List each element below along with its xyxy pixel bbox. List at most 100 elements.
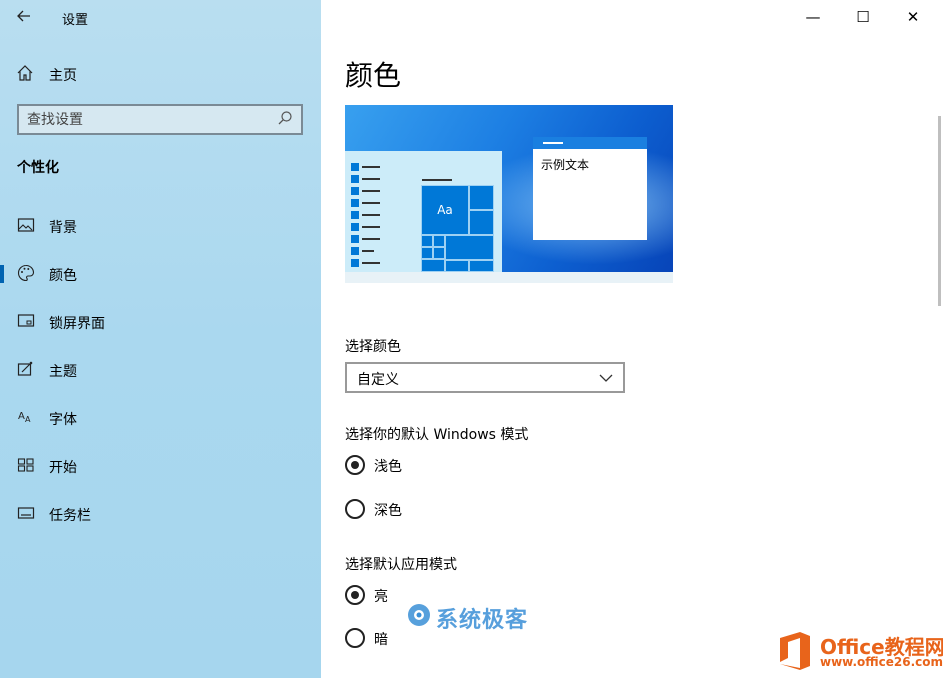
maximize-button[interactable]: ☐: [843, 5, 883, 29]
sidebar-item-label: 开始: [49, 460, 77, 476]
minimize-button[interactable]: —: [793, 5, 833, 29]
arrow-left-icon: [17, 10, 30, 22]
palette-icon: [17, 264, 37, 284]
radio-circle[interactable]: [345, 455, 365, 475]
radio-label: 浅色: [374, 459, 402, 475]
home-label: 主页: [49, 68, 77, 84]
preview-tile: [421, 259, 445, 272]
sidebar-item-fonts[interactable]: AA 字体: [0, 397, 321, 445]
sidebar-item-lockscreen[interactable]: 锁屏界面: [0, 301, 321, 349]
preview-app-line: [362, 166, 380, 168]
preview-app-line: [362, 214, 380, 216]
preview-app-icon: [351, 247, 359, 255]
app-title: 设置: [62, 13, 89, 28]
preview-app-icon: [351, 199, 359, 207]
preview-tile-large: Aa: [421, 185, 469, 235]
radio-circle[interactable]: [345, 585, 365, 605]
search-box[interactable]: [17, 104, 303, 135]
preview-tile: [433, 247, 445, 259]
home-icon: [16, 64, 36, 86]
office-logo-icon: [776, 630, 814, 672]
preview-start-menu: Aa: [345, 151, 502, 272]
preview-app-line: [362, 262, 380, 264]
sidebar-item-label: 锁屏界面: [49, 316, 105, 332]
preview-app-line: [362, 226, 380, 228]
preview-app-icon: [351, 259, 359, 267]
sidebar-item-label: 任务栏: [49, 508, 91, 524]
radio-dot: [351, 461, 359, 469]
preview-app-icon: [351, 187, 359, 195]
start-icon: [17, 456, 37, 476]
search-input[interactable]: [27, 110, 267, 130]
section-title: 个性化: [17, 160, 59, 176]
preview-app-line: [362, 202, 380, 204]
preview-taskbar: [345, 272, 673, 283]
preview-app-icon: [351, 175, 359, 183]
preview-app-icon: [351, 235, 359, 243]
preview-tile: [469, 260, 494, 272]
sidebar-item-taskbar[interactable]: 任务栏: [0, 493, 321, 541]
radio-circle[interactable]: [345, 628, 365, 648]
font-icon: AA: [17, 408, 37, 428]
preview-app-line: [362, 178, 380, 180]
main-content: — ☐ ✕ 颜色 Aa 示例文本 选择颜色 自定义 选择你的默认 Windows…: [321, 0, 943, 678]
watermark-text: 系统极客: [436, 608, 529, 633]
search-icon[interactable]: [277, 110, 295, 128]
sidebar-item-start[interactable]: 开始: [0, 445, 321, 493]
preview-tile: [445, 260, 469, 272]
radio-circle[interactable]: [345, 499, 365, 519]
windows-mode-label: 选择你的默认 Windows 模式: [345, 427, 529, 443]
sidebar-item-label: 字体: [49, 412, 77, 428]
preview-sample-titlebar: [533, 137, 647, 149]
sidebar-item-background[interactable]: 背景: [0, 205, 321, 253]
preview-app-icon: [351, 163, 359, 171]
preview-tile: [421, 247, 433, 259]
window-controls: — ☐ ✕: [793, 0, 943, 34]
sidebar-item-label: 背景: [49, 220, 77, 236]
radio-label: 深色: [374, 503, 402, 519]
svg-text:A: A: [18, 411, 25, 422]
preview-tile-wide: [445, 235, 494, 260]
choose-color-label: 选择颜色: [345, 339, 401, 355]
sidebar-item-label: 主题: [49, 364, 77, 380]
svg-text:A: A: [25, 415, 31, 424]
title-bar-left: 设置: [0, 0, 321, 34]
sidebar-item-colors[interactable]: 颜色: [0, 253, 321, 301]
back-button[interactable]: [16, 6, 36, 26]
app-mode-label: 选择默认应用模式: [345, 557, 457, 573]
preview-sample-text: 示例文本: [541, 158, 590, 172]
preview-app-line: [362, 190, 380, 192]
choose-color-dropdown[interactable]: 自定义: [345, 362, 625, 393]
page-title: 颜色: [345, 59, 402, 92]
radio-label: 暗: [374, 632, 388, 648]
preview-tile: [469, 185, 494, 210]
preview-tile: [421, 235, 433, 247]
preview-app-icon: [351, 211, 359, 219]
lockscreen-icon: [17, 312, 37, 332]
syscn-logo-icon: [406, 602, 432, 628]
radio-label: 亮: [374, 589, 388, 605]
taskbar-icon: [17, 504, 37, 524]
preview-tile: [433, 235, 445, 247]
sidebar-item-label: 颜色: [49, 268, 77, 284]
sidebar-nav: 背景 颜色 锁屏界面 主题 AA 字体 开始 任务栏: [0, 205, 321, 541]
preview-app-line: [362, 250, 374, 252]
theme-icon: [17, 360, 37, 380]
color-preview: Aa 示例文本: [345, 105, 673, 283]
close-button[interactable]: ✕: [893, 5, 933, 29]
preview-group-header: [422, 179, 452, 181]
chevron-down-icon: [599, 370, 615, 386]
preview-app-icon: [351, 223, 359, 231]
dropdown-value: 自定义: [357, 372, 399, 388]
preview-sample-window: 示例文本: [533, 137, 647, 240]
scrollbar[interactable]: [938, 116, 941, 306]
watermark-url: www.office26.com: [820, 655, 943, 669]
sidebar-item-themes[interactable]: 主题: [0, 349, 321, 397]
preview-app-line: [362, 238, 380, 240]
picture-icon: [17, 216, 37, 236]
selection-indicator: [0, 265, 4, 283]
preview-tile: [469, 210, 494, 235]
sidebar: 设置 主页 个性化 背景 颜色: [0, 0, 321, 678]
watermark-office26: Office教程网 www.office26.com: [776, 628, 943, 674]
radio-dot: [351, 591, 359, 599]
